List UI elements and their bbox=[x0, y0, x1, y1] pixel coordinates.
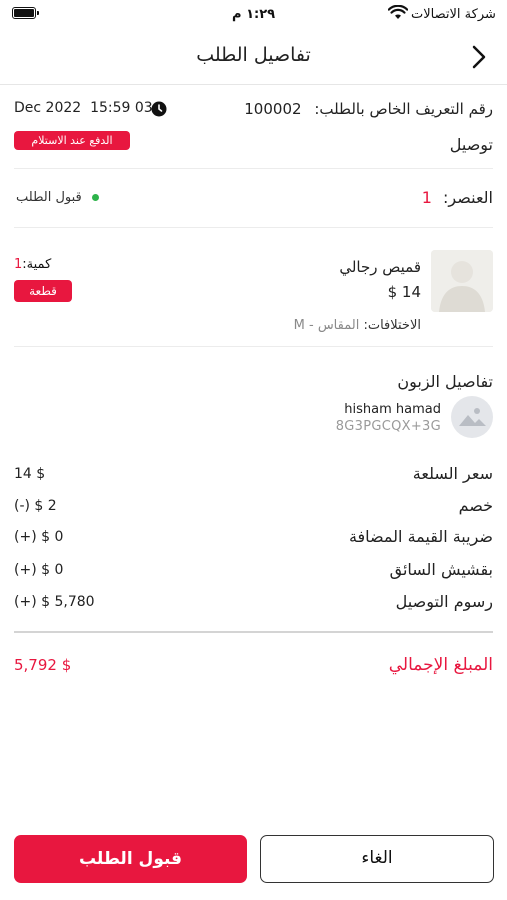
discount-label: خصم bbox=[458, 496, 493, 515]
battery-icon bbox=[12, 7, 39, 19]
wifi-icon bbox=[387, 4, 409, 25]
order-status: قبول الطلب bbox=[16, 190, 99, 205]
customer-avatar bbox=[451, 396, 493, 438]
clock-icon bbox=[151, 101, 167, 121]
nav-bar: تفاصيل الطلب bbox=[0, 30, 507, 85]
payment-method-badge: الدفع عند الاستلام bbox=[14, 131, 130, 150]
product-image bbox=[431, 250, 493, 312]
total-label: المبلغ الإجمالي bbox=[388, 655, 493, 675]
customer-name: hisham hamad bbox=[344, 402, 441, 417]
accept-order-button[interactable]: قبول الطلب bbox=[14, 835, 247, 883]
variations-label: الاختلافات: bbox=[363, 318, 421, 333]
order-id-value: 100002 bbox=[244, 100, 302, 118]
status-dot-icon bbox=[91, 194, 99, 201]
vat-value: (+) $ 0 bbox=[14, 529, 64, 545]
item-price-label: سعر السلعة bbox=[412, 464, 493, 483]
status-time: ١:٢٩ م bbox=[232, 7, 276, 22]
unit-badge: قطعة bbox=[14, 280, 72, 302]
customer-section-title: تفاصيل الزبون bbox=[397, 372, 493, 391]
delivery-type: توصيل bbox=[449, 135, 493, 154]
order-id-label: رقم التعريف الخاص بالطلب: bbox=[314, 100, 493, 118]
accept-order-label: قبول الطلب bbox=[78, 849, 183, 869]
chevron-right-icon[interactable] bbox=[470, 45, 488, 73]
cancel-button[interactable]: الغاء bbox=[260, 835, 494, 883]
summary-divider bbox=[14, 631, 493, 633]
quantity-label: كمية: bbox=[22, 257, 52, 272]
product-variations: الاختلافات: المقاس - M bbox=[294, 318, 421, 333]
total-value: 5,792 $ bbox=[14, 656, 72, 674]
items-count-row: العنصر: 1 bbox=[422, 188, 493, 207]
delivery-fee-label: رسوم التوصيل bbox=[395, 592, 493, 611]
order-datetime: Dec 2022 15:59 03 bbox=[14, 100, 153, 116]
variations-value: المقاس - M bbox=[293, 318, 360, 333]
product-price: $ 14 bbox=[387, 283, 421, 301]
items-label: العنصر: bbox=[443, 188, 493, 207]
product-name: قميص رجالي bbox=[339, 258, 421, 276]
cancel-label: الغاء bbox=[361, 848, 393, 868]
driver-tip-value: (+) $ 0 bbox=[14, 562, 64, 578]
image-placeholder-icon bbox=[459, 408, 486, 426]
carrier-name: شركة الاتصالات bbox=[411, 7, 496, 22]
page-title: تفاصيل الطلب bbox=[196, 44, 311, 66]
discount-value: (-) $ 2 bbox=[14, 498, 57, 514]
item-price-value: 14 $ bbox=[14, 466, 46, 482]
vat-label: ضريبة القيمة المضافة bbox=[348, 527, 493, 546]
driver-tip-label: بقشيش السائق bbox=[389, 560, 493, 579]
customer-address: 8G3PGCQX+3G bbox=[335, 419, 441, 434]
status-bar: ١:٢٩ م شركة الاتصالات bbox=[0, 0, 507, 30]
order-id-row: رقم التعريف الخاص بالطلب: 100002 bbox=[244, 100, 493, 118]
order-status-text: قبول الطلب bbox=[16, 190, 82, 205]
items-count: 1 bbox=[421, 188, 432, 207]
delivery-fee-value: (+) $ 5,780 bbox=[14, 594, 95, 610]
product-quantity: كمية:1 bbox=[14, 257, 51, 272]
